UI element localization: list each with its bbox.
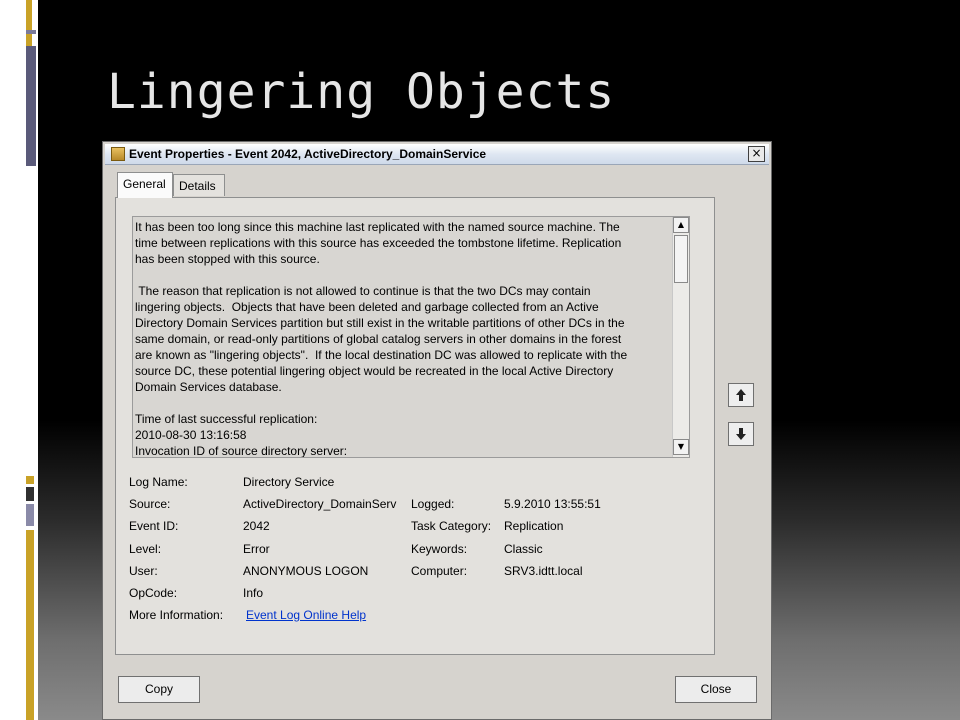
level-label: Level: xyxy=(129,542,162,556)
accent-bar-bottom-1 xyxy=(26,476,34,484)
dialog-titlebar[interactable]: Event Properties - Event 2042, ActiveDir… xyxy=(105,144,769,165)
event-id-value: 2042 xyxy=(243,519,270,533)
opcode-label: OpCode: xyxy=(129,586,178,600)
tab-details[interactable]: Details xyxy=(173,174,225,196)
scrollbar-thumb[interactable] xyxy=(674,235,688,283)
level-value: Error xyxy=(243,542,270,556)
scroll-up-icon[interactable]: ▲ xyxy=(673,217,689,233)
logged-label: Logged: xyxy=(411,497,455,511)
more-information-label: More Information: xyxy=(129,608,224,622)
arrow-down-icon xyxy=(736,428,746,440)
opcode-value: Info xyxy=(243,586,264,600)
logged-value: 5.9.2010 13:55:51 xyxy=(504,497,601,511)
event-viewer-icon xyxy=(111,147,125,161)
computer-value: SRV3.idtt.local xyxy=(504,564,583,578)
task-category-value: Replication xyxy=(504,519,564,533)
accent-bar-top-3 xyxy=(26,46,36,166)
general-tab-panel: It has been too long since this machine … xyxy=(115,197,715,655)
source-value: ActiveDirectory_DomainServ xyxy=(243,497,397,511)
description-scrollbar[interactable]: ▲ ▼ xyxy=(672,217,689,457)
next-event-button[interactable] xyxy=(728,422,754,446)
keywords-label: Keywords: xyxy=(411,542,468,556)
scroll-down-icon[interactable]: ▼ xyxy=(673,439,689,455)
tab-general[interactable]: General xyxy=(117,172,173,198)
log-name-value: Directory Service xyxy=(243,475,335,489)
event-log-online-help-link[interactable]: Event Log Online Help xyxy=(246,608,366,622)
user-value: ANONYMOUS LOGON xyxy=(243,564,369,578)
dialog-title: Event Properties - Event 2042, ActiveDir… xyxy=(129,147,487,161)
accent-bar-top-2 xyxy=(26,30,36,34)
previous-event-button[interactable] xyxy=(728,383,754,407)
user-label: User: xyxy=(129,564,158,578)
task-category-label: Task Category: xyxy=(411,519,492,533)
accent-bar-bottom-3 xyxy=(26,504,34,526)
keywords-value: Classic xyxy=(504,542,543,556)
event-id-label: Event ID: xyxy=(129,519,179,533)
accent-bar-bottom-4 xyxy=(26,530,34,720)
arrow-up-icon xyxy=(736,389,746,401)
accent-bar-bottom-2 xyxy=(26,487,34,501)
copy-button[interactable]: Copy xyxy=(118,676,200,703)
slide-title: Lingering Objects xyxy=(107,64,616,120)
event-description-box[interactable]: It has been too long since this machine … xyxy=(132,216,690,458)
event-properties-dialog: Event Properties - Event 2042, ActiveDir… xyxy=(102,141,772,720)
log-name-label: Log Name: xyxy=(129,475,188,489)
computer-label: Computer: xyxy=(411,564,468,578)
event-description-text: It has been too long since this machine … xyxy=(135,220,628,458)
close-button[interactable]: Close xyxy=(675,676,757,703)
source-label: Source: xyxy=(129,497,171,511)
close-icon[interactable]: × xyxy=(748,146,765,162)
